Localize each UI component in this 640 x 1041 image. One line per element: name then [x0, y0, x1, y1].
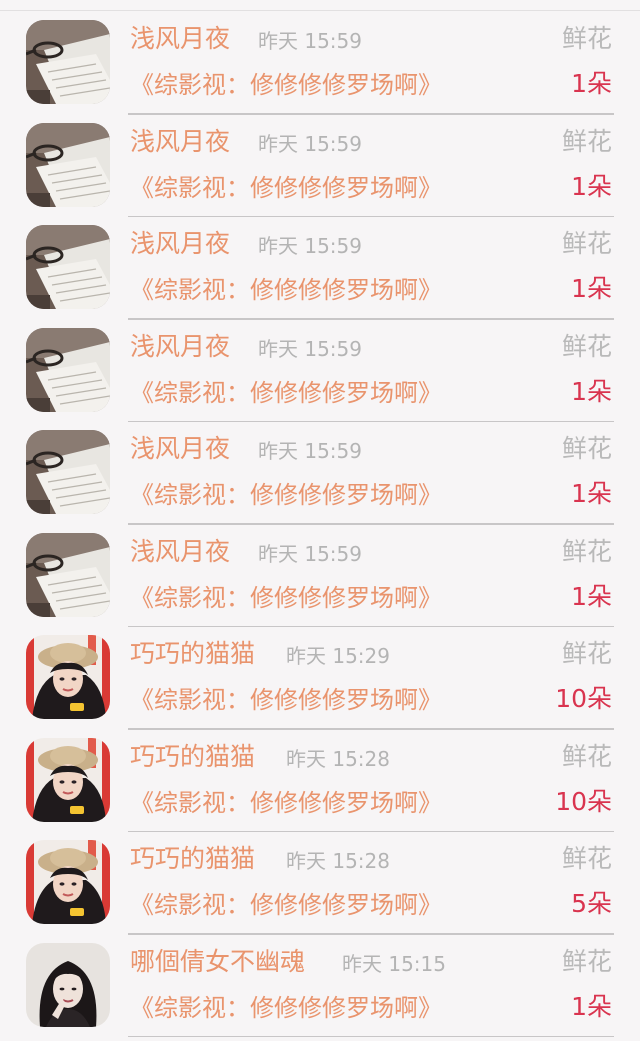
book-title[interactable]: 《综影视：修修修修罗场啊》 [130, 581, 442, 615]
gift-type: 鲜花 [561, 741, 612, 771]
hat-girl-avatar-icon[interactable] [26, 840, 110, 924]
timestamp: 昨天 15:29 [286, 644, 390, 668]
timestamp: 昨天 15:28 [286, 746, 390, 771]
timestamp: 昨天 15:59 [258, 336, 362, 361]
gift-amount: 1朵 [571, 376, 612, 406]
user-name[interactable]: 浅风月夜 [130, 432, 230, 466]
user-name[interactable]: 巧巧的猫猫 [130, 842, 255, 876]
user-name[interactable]: 浅风月夜 [130, 125, 230, 159]
book-title[interactable]: 《综影视：修修修修罗场啊》 [130, 683, 442, 717]
user-name[interactable]: 巧巧的猫猫 [130, 637, 255, 671]
user-name[interactable]: 浅风月夜 [130, 227, 230, 261]
dark-hair-girl-avatar-icon[interactable] [26, 942, 110, 1027]
gift-type: 鲜花 [561, 434, 612, 463]
list-item[interactable]: 浅风月夜 昨天 15:59 鲜花 《综影视：修修修修罗场啊》 1朵 [0, 217, 640, 320]
gift-amount: 1朵 [571, 274, 612, 303]
timestamp: 昨天 15:15 [342, 951, 446, 976]
book-title[interactable]: 《综影视：修修修修罗场啊》 [130, 478, 442, 512]
user-name[interactable]: 浅风月夜 [130, 22, 230, 56]
top-divider [0, 10, 640, 11]
book-title[interactable]: 《综影视：修修修修罗场啊》 [130, 68, 442, 102]
row-divider [128, 1035, 614, 1037]
gift-type: 鲜花 [561, 24, 612, 53]
book-avatar-icon[interactable] [26, 225, 110, 309]
book-title[interactable]: 《综影视：修修修修罗场啊》 [130, 376, 442, 410]
gift-amount: 1朵 [571, 171, 612, 201]
list-item[interactable]: 巧巧的猫猫 昨天 15:28 鲜花 《综影视：修修修修罗场啊》 10朵 [0, 730, 640, 832]
gift-record-list: 浅风月夜 昨天 15:59 鲜花 《综影视：修修修修罗场啊》 1朵 浅风月夜 昨… [0, 12, 640, 1037]
gift-type: 鲜花 [561, 229, 612, 258]
gift-type: 鲜花 [561, 639, 612, 668]
book-title[interactable]: 《综影视：修修修修罗场啊》 [130, 171, 442, 205]
timestamp: 昨天 15:59 [258, 541, 362, 566]
user-name[interactable]: 巧巧的猫猫 [130, 740, 255, 774]
book-avatar-icon[interactable] [26, 430, 110, 514]
list-item[interactable]: 巧巧的猫猫 昨天 15:29 鲜花 《综影视：修修修修罗场啊》 10朵 [0, 627, 640, 730]
book-title[interactable]: 《综影视：修修修修罗场啊》 [130, 888, 442, 922]
book-title[interactable]: 《综影视：修修修修罗场啊》 [130, 786, 442, 820]
timestamp: 昨天 15:59 [258, 29, 362, 53]
timestamp: 昨天 15:59 [258, 234, 362, 258]
gift-type: 鲜花 [561, 536, 612, 566]
gift-amount: 1朵 [571, 991, 612, 1021]
gift-amount: 5朵 [571, 889, 612, 918]
book-title[interactable]: 《综影视：修修修修罗场啊》 [130, 273, 442, 307]
gift-amount: 1朵 [571, 581, 612, 611]
list-item[interactable]: 巧巧的猫猫 昨天 15:28 鲜花 《综影视：修修修修罗场啊》 5朵 [0, 832, 640, 935]
user-name[interactable]: 浅风月夜 [130, 535, 230, 569]
book-avatar-icon[interactable] [26, 122, 110, 207]
user-name[interactable]: 哪個倩女不幽魂 [130, 945, 305, 979]
hat-girl-avatar-icon[interactable] [26, 737, 110, 822]
gift-amount: 1朵 [571, 69, 612, 98]
hat-girl-avatar-icon[interactable] [26, 635, 110, 719]
book-title[interactable]: 《综影视：修修修修罗场啊》 [130, 991, 442, 1025]
gift-amount: 1朵 [571, 479, 612, 508]
timestamp: 昨天 15:28 [286, 849, 390, 873]
gift-amount: 10朵 [555, 786, 612, 816]
gift-amount: 10朵 [555, 684, 612, 713]
book-avatar-icon[interactable] [26, 532, 110, 617]
timestamp: 昨天 15:59 [258, 131, 362, 156]
gift-type: 鲜花 [561, 844, 612, 873]
list-item[interactable]: 浅风月夜 昨天 15:59 鲜花 《综影视：修修修修罗场啊》 1朵 [0, 525, 640, 627]
gift-type: 鲜花 [561, 331, 612, 361]
gift-type: 鲜花 [561, 126, 612, 156]
timestamp: 昨天 15:59 [258, 439, 362, 463]
list-item[interactable]: 浅风月夜 昨天 15:59 鲜花 《综影视：修修修修罗场啊》 1朵 [0, 115, 640, 217]
list-item[interactable]: 浅风月夜 昨天 15:59 鲜花 《综影视：修修修修罗场啊》 1朵 [0, 12, 640, 115]
user-name[interactable]: 浅风月夜 [130, 330, 230, 364]
list-item[interactable]: 哪個倩女不幽魂 昨天 15:15 鲜花 《综影视：修修修修罗场啊》 1朵 [0, 935, 640, 1037]
list-item[interactable]: 浅风月夜 昨天 15:59 鲜花 《综影视：修修修修罗场啊》 1朵 [0, 422, 640, 525]
gift-type: 鲜花 [561, 946, 612, 976]
book-avatar-icon[interactable] [26, 327, 110, 412]
list-item[interactable]: 浅风月夜 昨天 15:59 鲜花 《综影视：修修修修罗场啊》 1朵 [0, 320, 640, 422]
book-avatar-icon[interactable] [26, 20, 110, 104]
